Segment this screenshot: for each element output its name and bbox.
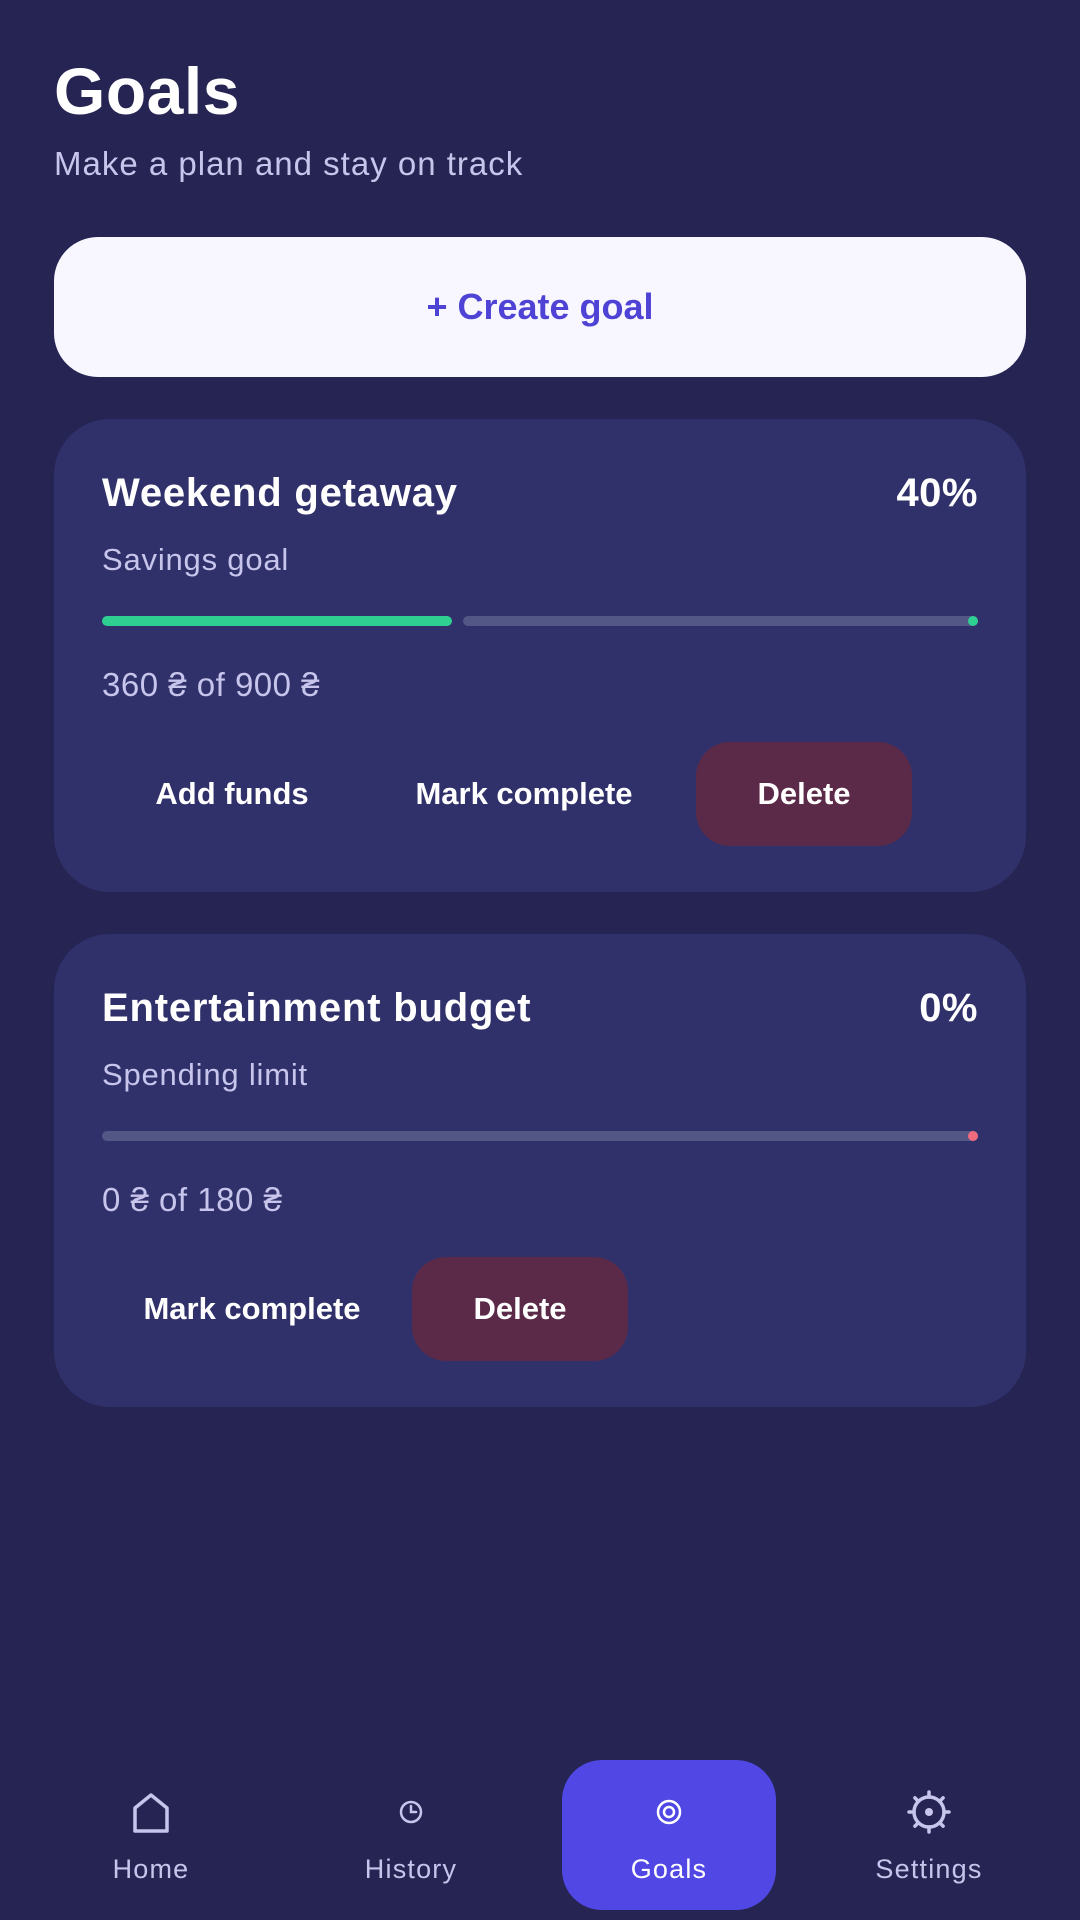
- goal-progress-track: [463, 616, 978, 626]
- goal-actions: Mark complete Delete: [102, 1257, 978, 1361]
- goals-screen: Goals Make a plan and stay on track + Cr…: [0, 0, 1080, 1920]
- goal-card-entertainment-budget: Entertainment budget 0% Spending limit 0…: [54, 934, 1026, 1407]
- mark-complete-button[interactable]: Mark complete: [102, 1257, 402, 1361]
- page-subtitle: Make a plan and stay on track: [54, 145, 524, 182]
- nav-item-goals[interactable]: Goals: [562, 1760, 776, 1910]
- goal-title: Weekend getaway: [102, 471, 458, 515]
- add-funds-button[interactable]: Add funds: [102, 742, 362, 846]
- goal-amount: 360 ₴ of 900 ₴: [102, 666, 321, 703]
- delete-button[interactable]: Delete: [696, 742, 912, 846]
- goal-progress-track: [102, 1131, 978, 1141]
- goal-progress-end-dot: [968, 1131, 978, 1141]
- home-icon: [131, 1784, 171, 1840]
- header: Goals Make a plan and stay on track: [54, 0, 1026, 183]
- gear-icon: [907, 1784, 951, 1840]
- target-icon: [654, 1784, 684, 1840]
- goal-title: Entertainment budget: [102, 986, 532, 1030]
- goal-progress-bar: [102, 616, 978, 626]
- goal-progress-fill: [102, 616, 452, 626]
- goal-actions: Add funds Mark complete Delete: [102, 742, 978, 846]
- goal-type: Savings goal: [102, 542, 290, 577]
- goal-progress-end-dot: [968, 616, 978, 626]
- nav-label: History: [364, 1854, 458, 1884]
- clock-icon: [397, 1784, 425, 1840]
- goal-percent: 0%: [919, 986, 978, 1030]
- nav-label: Settings: [875, 1854, 983, 1884]
- mark-complete-button[interactable]: Mark complete: [374, 742, 674, 846]
- delete-button[interactable]: Delete: [412, 1257, 628, 1361]
- page-title: Goals: [54, 54, 240, 128]
- create-goal-button[interactable]: + Create goal: [54, 237, 1026, 377]
- goal-percent: 40%: [896, 471, 978, 515]
- goal-progress-bar: [102, 1131, 978, 1141]
- goal-card-weekend-getaway: Weekend getaway 40% Savings goal 360 ₴ o…: [54, 419, 1026, 892]
- nav-label: Goals: [630, 1854, 708, 1884]
- goal-type: Spending limit: [102, 1057, 308, 1092]
- bottom-nav: Home History Goals Settings: [0, 1760, 1080, 1920]
- nav-item-settings[interactable]: Settings: [848, 1760, 1010, 1910]
- nav-item-home[interactable]: Home: [70, 1760, 232, 1910]
- goal-card-header: Weekend getaway 40%: [102, 471, 978, 516]
- goal-card-header: Entertainment budget 0%: [102, 986, 978, 1031]
- nav-label: Home: [112, 1854, 190, 1884]
- goal-amount: 0 ₴ of 180 ₴: [102, 1181, 283, 1218]
- nav-item-history[interactable]: History: [330, 1760, 492, 1910]
